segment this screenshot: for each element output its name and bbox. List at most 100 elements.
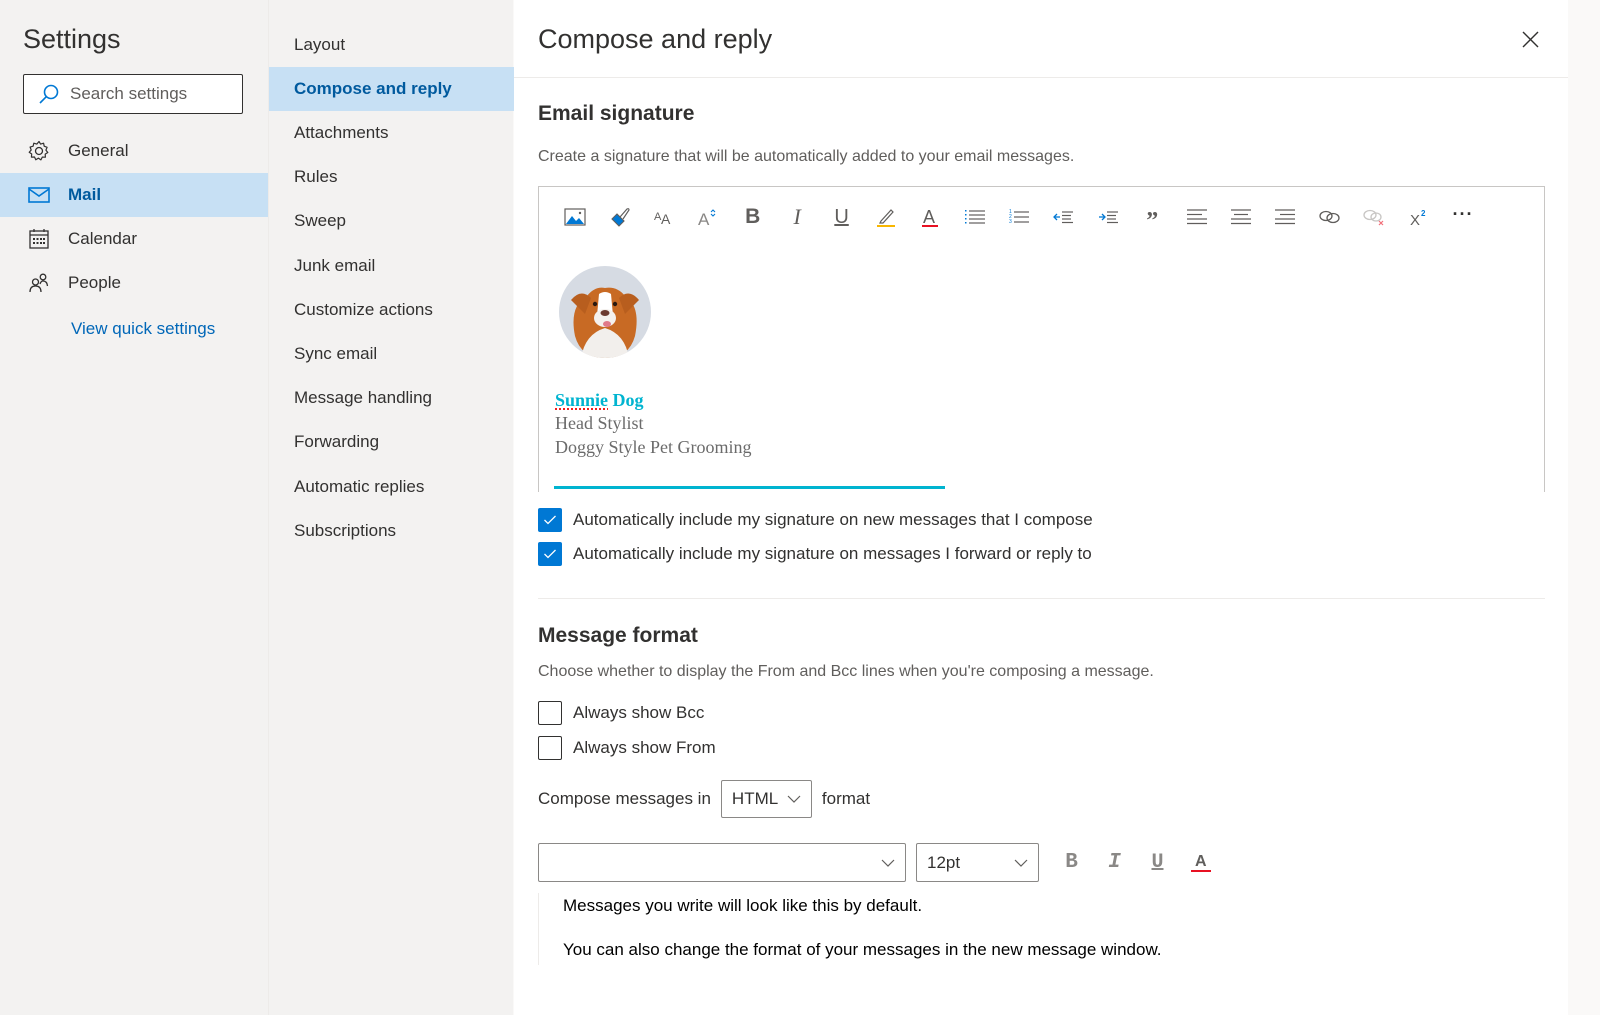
quote-icon: ” — [1146, 207, 1159, 234]
svg-text:A: A — [698, 210, 710, 227]
font-grow-icon: A — [698, 209, 716, 227]
align-center-button[interactable] — [1219, 201, 1263, 233]
svg-text:A: A — [1195, 853, 1207, 870]
compose-format-dropdown[interactable]: HTML — [720, 780, 812, 818]
italic-button[interactable]: I — [775, 201, 819, 233]
align-center-icon — [1231, 209, 1252, 225]
nav-item-mail[interactable]: Mail — [0, 173, 268, 217]
font-size-button[interactable]: AA — [642, 201, 686, 233]
nav-item-people[interactable]: People — [0, 261, 268, 305]
compose-and-reply-panel: Compose and reply Email signature Create… — [514, 0, 1568, 1015]
signature-first-name: Sunnie — [555, 390, 609, 410]
bulleted-list-button[interactable] — [953, 201, 997, 233]
close-button[interactable] — [1517, 26, 1543, 52]
align-right-button[interactable] — [1263, 201, 1307, 233]
font-color-icon: A — [1190, 853, 1211, 872]
compose-format-value: HTML — [731, 789, 779, 808]
font-color-icon: A — [922, 207, 939, 227]
insert-picture-button[interactable] — [553, 201, 597, 233]
font-size-icon: AA — [654, 211, 671, 226]
checkbox-unchecked[interactable] — [538, 701, 562, 725]
default-format-toolbar: B I U A — [1050, 846, 1222, 878]
svg-text:3: 3 — [1009, 219, 1012, 225]
highlight-icon — [876, 209, 895, 227]
mail-nav-customize-actions[interactable]: Customize actions — [269, 288, 514, 332]
default-format-preview: Messages you write will look like this b… — [538, 893, 1238, 965]
insert-picture-icon — [564, 208, 586, 226]
format-painter-button[interactable] — [597, 201, 641, 233]
nav-item-general[interactable]: General — [0, 129, 268, 173]
svg-text:A: A — [661, 211, 671, 226]
compose-format-row: Compose messages in HTML format — [538, 780, 870, 818]
checkbox-unchecked[interactable] — [538, 736, 562, 760]
email-signature-heading: Email signature — [538, 102, 695, 125]
font-name-dropdown[interactable] — [538, 843, 906, 882]
settings-title: Settings — [23, 24, 121, 54]
default-bold-button[interactable]: B — [1050, 846, 1093, 878]
align-left-button[interactable] — [1174, 201, 1218, 233]
bold-button[interactable]: B — [731, 201, 775, 233]
mail-nav-rules[interactable]: Rules — [269, 155, 514, 199]
mail-nav-message-handling[interactable]: Message handling — [269, 376, 514, 420]
default-font-color-button[interactable]: A — [1179, 846, 1222, 878]
nav-item-calendar[interactable]: Calendar — [0, 217, 268, 261]
preview-line-2: You can also change the format of your m… — [563, 940, 1162, 959]
more-options-icon: ··· — [1452, 203, 1474, 224]
checkmark-icon — [544, 515, 556, 525]
signature-toolbar: AA A B I U A 123 ” X2 ··· — [553, 201, 1485, 234]
mail-nav-subscriptions[interactable]: Subscriptions — [269, 509, 514, 553]
mail-nav-sync-email[interactable]: Sync email — [269, 332, 514, 376]
search-settings-box[interactable] — [23, 74, 243, 114]
grow-font-button[interactable]: A — [686, 201, 730, 233]
checkbox-label: Automatically include my signature on ne… — [573, 510, 1093, 529]
people-icon — [27, 271, 51, 295]
insert-link-button[interactable] — [1308, 201, 1352, 233]
increase-indent-icon — [1098, 211, 1118, 224]
quote-button[interactable]: ” — [1130, 201, 1174, 234]
search-settings-input[interactable] — [70, 84, 230, 104]
increase-indent-button[interactable] — [1086, 201, 1130, 233]
signature-editor[interactable]: AA A B I U A 123 ” X2 ··· Sunnie Dog Hea… — [538, 186, 1545, 492]
default-italic-button[interactable]: I — [1093, 846, 1136, 878]
format-painter-icon — [610, 208, 630, 227]
highlight-button[interactable] — [864, 201, 908, 233]
checkbox-checked[interactable] — [538, 508, 562, 532]
underline-button[interactable]: U — [819, 201, 863, 233]
message-format-description: Choose whether to display the From and B… — [538, 663, 1154, 680]
mail-nav-junk-email[interactable]: Junk email — [269, 244, 514, 288]
bold-icon: B — [745, 205, 761, 228]
more-options-button[interactable]: ··· — [1441, 201, 1485, 233]
auto-signature-new-messages[interactable]: Automatically include my signature on ne… — [538, 508, 1093, 532]
decrease-indent-button[interactable] — [1041, 201, 1085, 233]
align-left-icon — [1186, 209, 1207, 225]
header-divider — [514, 77, 1568, 78]
checkbox-label: Always show Bcc — [573, 703, 705, 722]
signature-photo — [559, 266, 651, 358]
superscript-button[interactable]: X2 — [1396, 201, 1440, 233]
message-format-heading: Message format — [538, 624, 698, 647]
compose-format-prefix: Compose messages in — [538, 789, 711, 808]
auto-signature-forward-reply[interactable]: Automatically include my signature on me… — [538, 542, 1092, 566]
signature-last-name: Dog — [612, 390, 644, 410]
default-underline-button[interactable]: U — [1136, 846, 1179, 878]
mail-nav-automatic-replies[interactable]: Automatic replies — [269, 465, 514, 509]
remove-link-button[interactable] — [1352, 201, 1396, 233]
mail-nav-layout[interactable]: Layout — [269, 23, 514, 67]
view-quick-settings-link[interactable]: View quick settings — [71, 319, 215, 339]
numbered-list-button[interactable]: 123 — [997, 201, 1041, 233]
nav-item-label: People — [68, 273, 121, 292]
italic-icon: I — [1108, 850, 1121, 874]
gear-icon — [27, 139, 51, 163]
checkbox-checked[interactable] — [538, 542, 562, 566]
mail-nav-forwarding[interactable]: Forwarding — [269, 420, 514, 464]
always-show-from[interactable]: Always show From — [538, 736, 716, 760]
mail-nav-sweep[interactable]: Sweep — [269, 199, 514, 243]
font-size-dropdown[interactable]: 12pt — [916, 843, 1039, 882]
underline-icon: U — [834, 205, 849, 228]
mail-settings-nav: Layout Compose and reply Attachments Rul… — [268, 0, 514, 1015]
font-color-button[interactable]: A — [908, 201, 952, 233]
mail-nav-compose-and-reply[interactable]: Compose and reply — [269, 67, 514, 111]
mail-nav-attachments[interactable]: Attachments — [269, 111, 514, 155]
always-show-bcc[interactable]: Always show Bcc — [538, 701, 704, 725]
svg-text:2: 2 — [1421, 209, 1426, 218]
